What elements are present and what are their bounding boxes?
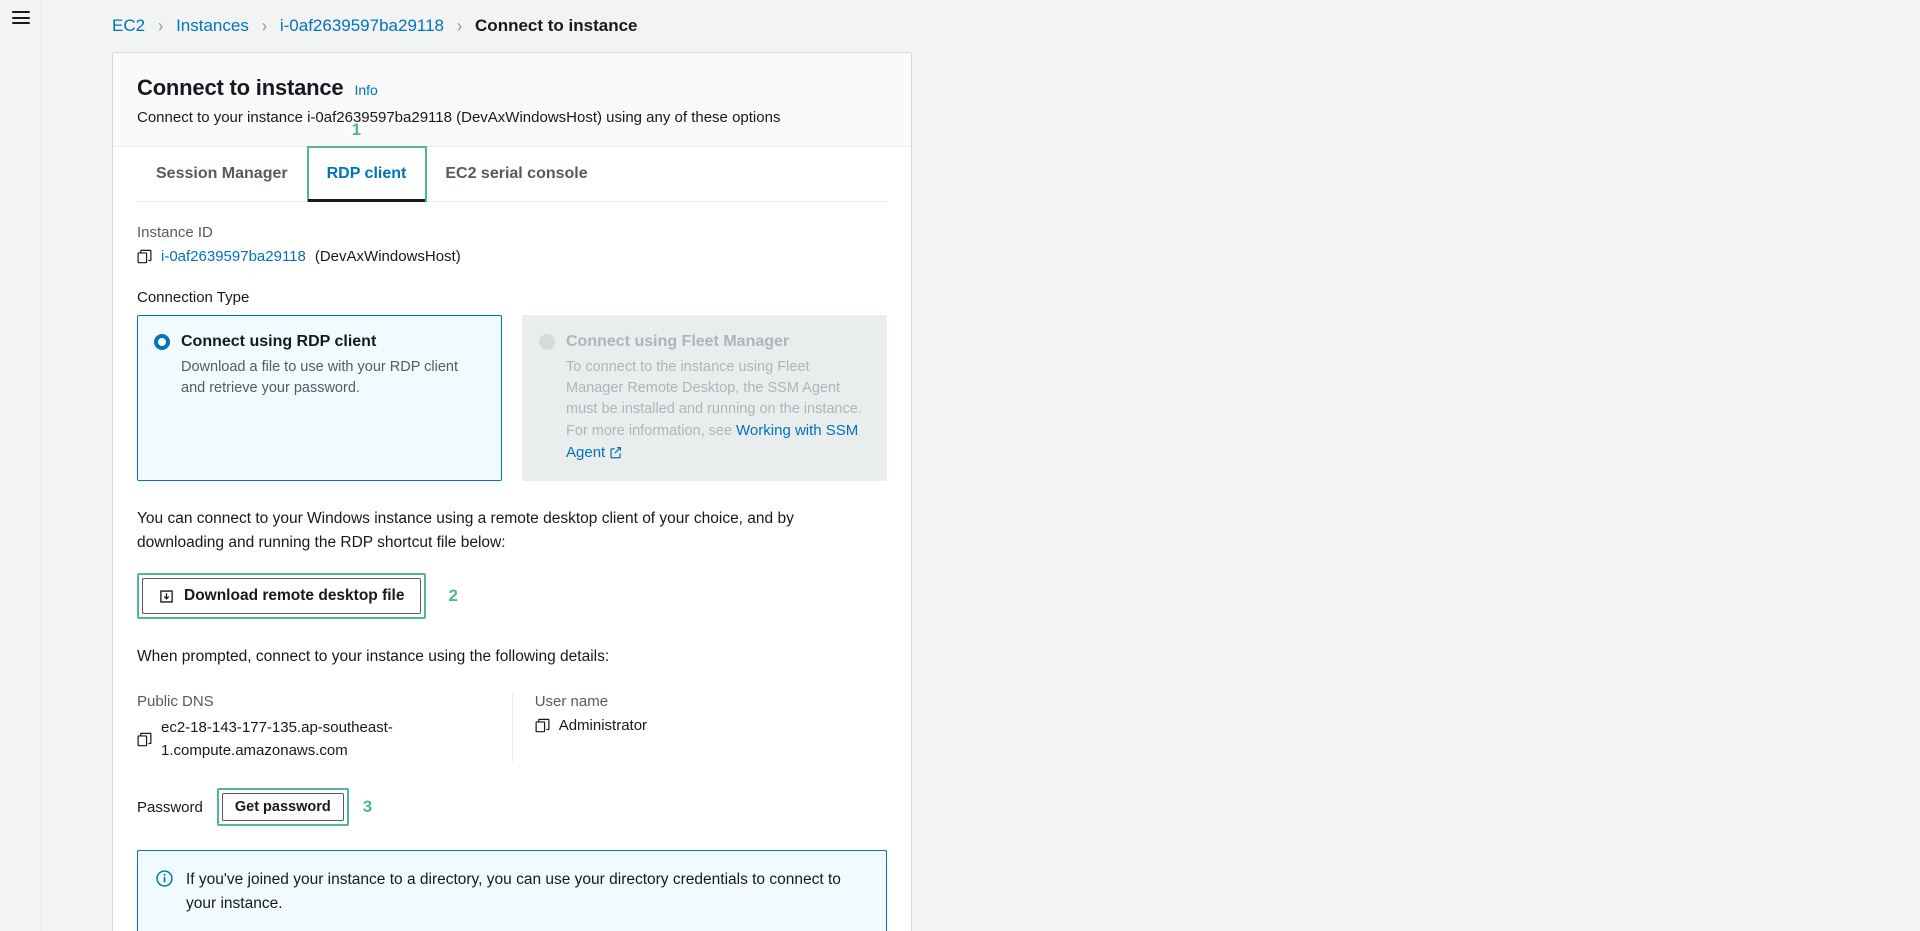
user-name-row: Administrator [535, 717, 887, 734]
radio-button-disabled-icon [539, 334, 555, 350]
radio-card-fleet-manager: Connect using Fleet Manager To connect t… [522, 315, 887, 482]
connection-type-options: Connect using RDP client Download a file… [137, 315, 887, 482]
instance-id-label: Instance ID [137, 224, 213, 241]
annotation-box-get-password: Get password [216, 788, 349, 827]
breadcrumb-item-instance-id[interactable]: i-0af2639597ba29118 [280, 16, 444, 36]
public-dns-row: ec2-18-143-177-135.ap-southeast-1.comput… [137, 717, 512, 762]
copy-icon[interactable] [137, 732, 152, 747]
annotation-marker-1: 1 [350, 119, 363, 141]
public-dns-value: ec2-18-143-177-135.ap-southeast-1.comput… [161, 719, 393, 759]
hamburger-menu-icon[interactable] [11, 11, 30, 931]
breadcrumb-item-instances[interactable]: Instances [176, 16, 249, 36]
content-column: EC2 › Instances › i-0af2639597ba29118 › … [41, 0, 1920, 931]
radio-card-rdp-client[interactable]: Connect using RDP client Download a file… [137, 315, 502, 482]
annotation-marker-3: 3 [362, 797, 373, 817]
annotation-box-download: Download remote desktop file [137, 573, 427, 620]
copy-icon[interactable] [535, 718, 550, 733]
breadcrumb-separator: › [457, 15, 463, 37]
public-dns-label: Public DNS [137, 693, 214, 711]
tab-ec2-serial-console[interactable]: EC2 serial console [426, 147, 606, 201]
tab-list: Session Manager 1 RDP client EC2 serial … [137, 119, 887, 202]
public-dns-column: Public DNS ec2-18-143-177-135.ap-southea… [137, 693, 512, 762]
left-rail [0, 0, 41, 931]
external-link-icon [610, 447, 622, 459]
radio-card-title: Connect using RDP client [181, 333, 377, 350]
tab-label: RDP client [326, 165, 407, 182]
instance-id-row: i-0af2639597ba29118 (DevAxWindowsHost) [137, 248, 887, 265]
page-title: Connect to instance [137, 75, 344, 100]
radio-card-description: Download a file to use with your RDP cli… [181, 359, 458, 397]
user-name-column: User name Administrator [511, 693, 887, 763]
password-label: Password [137, 798, 203, 816]
user-name-label: User name [534, 693, 609, 711]
radio-button-selected-icon[interactable] [154, 334, 170, 350]
breadcrumb-separator: › [158, 15, 164, 37]
tabs-container: Session Manager 1 RDP client EC2 serial … [113, 119, 911, 202]
tab-label: Session Manager [156, 165, 288, 182]
download-paragraph: You can connect to your Windows instance… [137, 510, 794, 552]
breadcrumb: EC2 › Instances › i-0af2639597ba29118 › … [80, 0, 1920, 52]
tab-label: EC2 serial console [445, 165, 588, 182]
download-button-row: Download remote desktop file 2 [137, 573, 887, 620]
card-header: Connect to instance Info Connect to your… [113, 53, 911, 147]
card-body: Instance ID i-0af2639597ba29118 (DevAxWi… [113, 202, 911, 931]
get-password-button-label: Get password [234, 799, 331, 816]
alert-text: If you've joined your instance to a dire… [186, 871, 841, 913]
download-remote-desktop-file-button[interactable]: Download remote desktop file [142, 578, 422, 615]
page-root: EC2 › Instances › i-0af2639597ba29118 › … [0, 0, 1920, 931]
download-button-label: Download remote desktop file [184, 587, 405, 605]
connection-details: Public DNS ec2-18-143-177-135.ap-southea… [137, 693, 887, 763]
tab-rdp-client[interactable]: 1 RDP client [306, 119, 428, 202]
page-subtitle: Connect to your instance i-0af2639597ba2… [137, 109, 781, 126]
connection-type-label: Connection Type [137, 289, 250, 306]
connect-to-instance-card: Connect to instance Info Connect to your… [112, 52, 912, 931]
info-link[interactable]: Info [354, 82, 377, 98]
radio-card-title: Connect using Fleet Manager [566, 333, 790, 350]
directory-credentials-alert: If you've joined your instance to a dire… [137, 850, 887, 931]
breadcrumb-separator: › [261, 15, 267, 37]
download-icon [160, 590, 173, 603]
copy-icon[interactable] [137, 249, 152, 264]
instance-id-link[interactable]: i-0af2639597ba29118 [161, 248, 306, 265]
radio-card-description: To connect to the instance using Fleet M… [539, 357, 868, 464]
info-circle-icon [156, 870, 173, 887]
user-name-value: Administrator [558, 717, 648, 735]
get-password-button[interactable]: Get password [221, 793, 344, 822]
password-row: Password Get password 3 [137, 788, 887, 827]
tab-session-manager[interactable]: Session Manager [137, 147, 308, 201]
details-paragraph: When prompted, connect to your instance … [137, 648, 610, 666]
instance-name: (DevAxWindowsHost) [314, 248, 461, 265]
breadcrumb-item-current: Connect to instance [475, 16, 638, 35]
annotation-marker-2: 2 [448, 586, 458, 606]
breadcrumb-item-ec2[interactable]: EC2 [112, 16, 145, 36]
